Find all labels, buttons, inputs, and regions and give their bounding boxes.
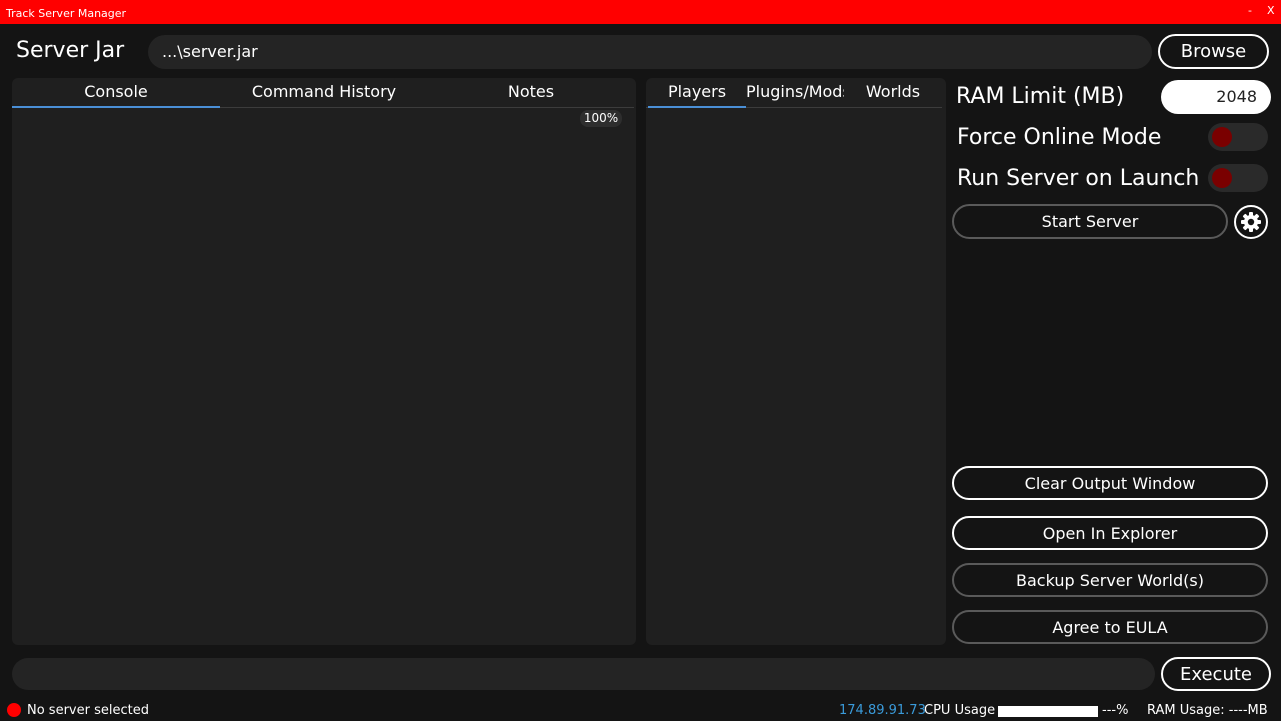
cpu-usage-value: ---% [1102, 703, 1129, 718]
force-online-toggle-knob [1212, 127, 1232, 147]
tab-console[interactable]: Console [12, 78, 220, 108]
agree-eula-button[interactable]: Agree to EULA [952, 610, 1268, 644]
cpu-usage-bar [998, 706, 1098, 717]
backup-worlds-button[interactable]: Backup Server World(s) [952, 563, 1268, 597]
run-on-launch-toggle[interactable] [1208, 164, 1268, 192]
browse-button[interactable]: Browse [1158, 34, 1269, 69]
console-panel: Console Command History Notes [12, 78, 636, 645]
players-panel: Players Plugins/Mods Worlds [646, 78, 946, 645]
tab-worlds[interactable]: Worlds [844, 78, 942, 108]
console-tabbar: Console Command History Notes [12, 78, 634, 108]
window-title: Track Server Manager [6, 7, 127, 20]
cpu-usage-label: CPU Usage [924, 703, 996, 718]
close-button[interactable]: X [1267, 4, 1275, 17]
start-server-button[interactable]: Start Server [952, 204, 1228, 239]
server-ip: 174.89.91.73 [839, 703, 926, 718]
window-titlebar: Track Server Manager - X [0, 0, 1281, 24]
tab-notes[interactable]: Notes [428, 78, 634, 108]
clear-output-button[interactable]: Clear Output Window [952, 466, 1268, 500]
ram-limit-label: RAM Limit (MB) [956, 84, 1125, 109]
force-online-toggle[interactable] [1208, 123, 1268, 151]
ram-limit-input[interactable]: 2048 [1161, 80, 1271, 114]
console-zoom-badge: 100% [580, 110, 622, 127]
force-online-label: Force Online Mode [957, 125, 1162, 150]
tab-plugins-mods[interactable]: Plugins/Mods [746, 78, 844, 108]
gear-icon [1241, 212, 1261, 232]
status-bar: No server selected 174.89.91.73 CPU Usag… [0, 700, 1281, 721]
server-status-dot [7, 703, 21, 717]
server-status-text: No server selected [27, 703, 149, 718]
run-on-launch-label: Run Server on Launch [957, 166, 1200, 191]
server-jar-path-field[interactable]: ...\server.jar [148, 35, 1152, 69]
players-tabbar: Players Plugins/Mods Worlds [646, 78, 942, 108]
open-in-explorer-button[interactable]: Open In Explorer [952, 516, 1268, 550]
minimize-button[interactable]: - [1248, 4, 1252, 17]
settings-button[interactable] [1234, 205, 1268, 239]
tab-command-history[interactable]: Command History [220, 78, 428, 108]
execute-button[interactable]: Execute [1161, 657, 1271, 691]
ram-usage-text: RAM Usage: ----MB [1147, 703, 1268, 718]
command-input[interactable] [12, 658, 1155, 690]
run-on-launch-toggle-knob [1212, 168, 1232, 188]
server-jar-label: Server Jar [16, 38, 125, 63]
tab-players[interactable]: Players [648, 78, 746, 108]
